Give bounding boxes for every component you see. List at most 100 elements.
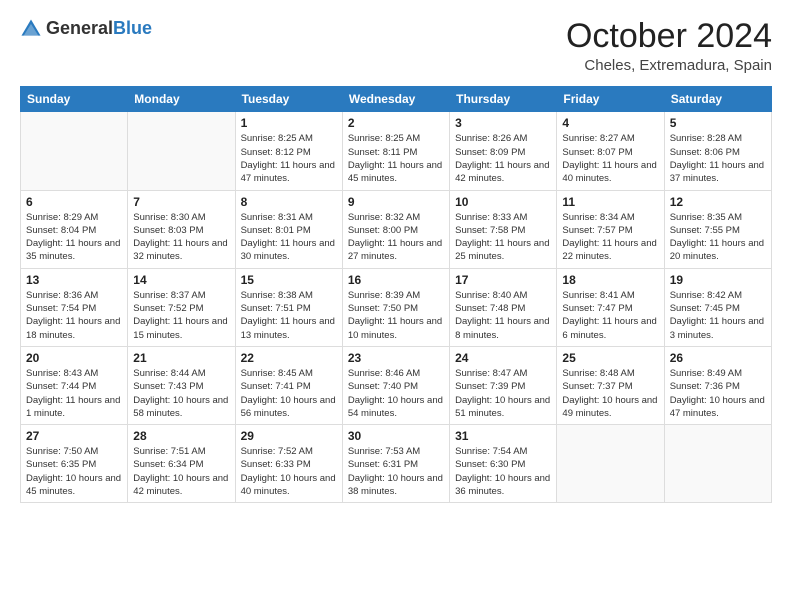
day-info: Sunrise: 7:54 AM Sunset: 6:30 PM Dayligh… <box>455 445 551 498</box>
day-info: Sunrise: 7:50 AM Sunset: 6:35 PM Dayligh… <box>26 445 122 498</box>
day-number: 31 <box>455 429 551 443</box>
calendar-cell: 28 Sunrise: 7:51 AM Sunset: 6:34 PM Dayli… <box>128 425 235 503</box>
calendar-cell: 16Sunrise: 8:39 AM Sunset: 7:50 PM Dayli… <box>342 268 449 346</box>
calendar-cell: 14 Sunrise: 8:37 AM Sunset: 7:52 PM Dayli… <box>128 268 235 346</box>
calendar-cell: 13 Sunrise: 8:36 AM Sunset: 7:54 PM Dayli… <box>21 268 128 346</box>
day-info: Sunrise: 8:25 AM Sunset: 8:11 PM Dayligh… <box>348 132 444 185</box>
calendar-cell <box>128 112 235 190</box>
day-info: Sunrise: 8:34 AM Sunset: 7:57 PM Dayligh… <box>562 211 658 264</box>
calendar-cell <box>664 425 771 503</box>
calendar-cell: 20Sunrise: 8:43 AM Sunset: 7:44 PM Dayli… <box>21 346 128 424</box>
calendar-cell: 10Sunrise: 8:33 AM Sunset: 7:58 PM Dayli… <box>450 190 557 268</box>
day-number: 19 <box>670 273 766 287</box>
calendar-cell: 6 Sunrise: 8:29 AM Sunset: 8:04 PM Daylig… <box>21 190 128 268</box>
day-number: 22 <box>241 351 337 365</box>
calendar-cell: 2 Sunrise: 8:25 AM Sunset: 8:11 PM Daylig… <box>342 112 449 190</box>
calendar-cell <box>21 112 128 190</box>
calendar-cell: 30Sunrise: 7:53 AM Sunset: 6:31 PM Dayli… <box>342 425 449 503</box>
day-number: 29 <box>241 429 337 443</box>
calendar-day-header: Sunday <box>21 87 128 112</box>
day-info: Sunrise: 8:47 AM Sunset: 7:39 PM Dayligh… <box>455 367 551 420</box>
calendar-cell: 26 Sunrise: 8:49 AM Sunset: 7:36 PM Dayli… <box>664 346 771 424</box>
calendar-cell: 29 Sunrise: 7:52 AM Sunset: 6:33 PM Dayli… <box>235 425 342 503</box>
day-info: Sunrise: 8:39 AM Sunset: 7:50 PM Dayligh… <box>348 289 444 342</box>
day-info: Sunrise: 8:29 AM Sunset: 8:04 PM Dayligh… <box>26 211 122 264</box>
day-info: Sunrise: 8:37 AM Sunset: 7:52 PM Dayligh… <box>133 289 229 342</box>
calendar-day-header: Wednesday <box>342 87 449 112</box>
calendar-header-row: SundayMondayTuesdayWednesdayThursdayFrid… <box>21 87 772 112</box>
day-number: 1 <box>241 116 337 130</box>
day-info: Sunrise: 8:36 AM Sunset: 7:54 PM Dayligh… <box>26 289 122 342</box>
day-info: Sunrise: 8:28 AM Sunset: 8:06 PM Dayligh… <box>670 132 766 185</box>
day-info: Sunrise: 8:44 AM Sunset: 7:43 PM Dayligh… <box>133 367 229 420</box>
day-number: 13 <box>26 273 122 287</box>
calendar-day-header: Tuesday <box>235 87 342 112</box>
main-title: October 2024 <box>566 18 772 55</box>
day-number: 26 <box>670 351 766 365</box>
calendar-cell: 3 Sunrise: 8:26 AM Sunset: 8:09 PM Daylig… <box>450 112 557 190</box>
title-block: October 2024 Cheles, Extremadura, Spain <box>566 18 772 74</box>
page: GeneralBlue October 2024 Cheles, Extrema… <box>0 0 792 612</box>
day-number: 15 <box>241 273 337 287</box>
day-number: 4 <box>562 116 658 130</box>
day-number: 5 <box>670 116 766 130</box>
calendar-week-row: 13 Sunrise: 8:36 AM Sunset: 7:54 PM Dayli… <box>21 268 772 346</box>
day-info: Sunrise: 8:45 AM Sunset: 7:41 PM Dayligh… <box>241 367 337 420</box>
day-number: 8 <box>241 195 337 209</box>
day-number: 2 <box>348 116 444 130</box>
calendar-cell: 21 Sunrise: 8:44 AM Sunset: 7:43 PM Dayli… <box>128 346 235 424</box>
calendar-cell: 18 Sunrise: 8:41 AM Sunset: 7:47 PM Dayli… <box>557 268 664 346</box>
calendar-cell: 15 Sunrise: 8:38 AM Sunset: 7:51 PM Dayli… <box>235 268 342 346</box>
day-number: 3 <box>455 116 551 130</box>
day-info: Sunrise: 8:27 AM Sunset: 8:07 PM Dayligh… <box>562 132 658 185</box>
day-number: 9 <box>348 195 444 209</box>
day-number: 27 <box>26 429 122 443</box>
day-info: Sunrise: 8:33 AM Sunset: 7:58 PM Dayligh… <box>455 211 551 264</box>
calendar-day-header: Monday <box>128 87 235 112</box>
day-number: 25 <box>562 351 658 365</box>
day-info: Sunrise: 8:25 AM Sunset: 8:12 PM Dayligh… <box>241 132 337 185</box>
day-info: Sunrise: 7:52 AM Sunset: 6:33 PM Dayligh… <box>241 445 337 498</box>
calendar-cell: 8Sunrise: 8:31 AM Sunset: 8:01 PM Daylig… <box>235 190 342 268</box>
day-info: Sunrise: 8:42 AM Sunset: 7:45 PM Dayligh… <box>670 289 766 342</box>
calendar-cell: 1 Sunrise: 8:25 AM Sunset: 8:12 PM Daylig… <box>235 112 342 190</box>
calendar-cell: 17Sunrise: 8:40 AM Sunset: 7:48 PM Dayli… <box>450 268 557 346</box>
day-info: Sunrise: 8:30 AM Sunset: 8:03 PM Dayligh… <box>133 211 229 264</box>
logo: GeneralBlue <box>20 18 152 40</box>
calendar-cell: 9 Sunrise: 8:32 AM Sunset: 8:00 PM Daylig… <box>342 190 449 268</box>
day-info: Sunrise: 8:49 AM Sunset: 7:36 PM Dayligh… <box>670 367 766 420</box>
calendar-cell: 23 Sunrise: 8:46 AM Sunset: 7:40 PM Dayli… <box>342 346 449 424</box>
day-info: Sunrise: 8:26 AM Sunset: 8:09 PM Dayligh… <box>455 132 551 185</box>
calendar-day-header: Thursday <box>450 87 557 112</box>
day-info: Sunrise: 8:32 AM Sunset: 8:00 PM Dayligh… <box>348 211 444 264</box>
calendar-cell: 24Sunrise: 8:47 AM Sunset: 7:39 PM Dayli… <box>450 346 557 424</box>
calendar-week-row: 27 Sunrise: 7:50 AM Sunset: 6:35 PM Dayli… <box>21 425 772 503</box>
calendar-cell: 11Sunrise: 8:34 AM Sunset: 7:57 PM Dayli… <box>557 190 664 268</box>
day-number: 30 <box>348 429 444 443</box>
calendar-week-row: 20Sunrise: 8:43 AM Sunset: 7:44 PM Dayli… <box>21 346 772 424</box>
day-number: 23 <box>348 351 444 365</box>
day-number: 14 <box>133 273 229 287</box>
calendar-cell: 12Sunrise: 8:35 AM Sunset: 7:55 PM Dayli… <box>664 190 771 268</box>
day-number: 17 <box>455 273 551 287</box>
day-number: 6 <box>26 195 122 209</box>
day-info: Sunrise: 8:38 AM Sunset: 7:51 PM Dayligh… <box>241 289 337 342</box>
subtitle: Cheles, Extremadura, Spain <box>566 57 772 74</box>
day-number: 20 <box>26 351 122 365</box>
calendar-cell: 27 Sunrise: 7:50 AM Sunset: 6:35 PM Dayli… <box>21 425 128 503</box>
calendar-week-row: 1 Sunrise: 8:25 AM Sunset: 8:12 PM Daylig… <box>21 112 772 190</box>
day-info: Sunrise: 8:35 AM Sunset: 7:55 PM Dayligh… <box>670 211 766 264</box>
calendar-cell: 25 Sunrise: 8:48 AM Sunset: 7:37 PM Dayli… <box>557 346 664 424</box>
day-number: 21 <box>133 351 229 365</box>
calendar-cell: 31 Sunrise: 7:54 AM Sunset: 6:30 PM Dayli… <box>450 425 557 503</box>
calendar-cell: 19 Sunrise: 8:42 AM Sunset: 7:45 PM Dayli… <box>664 268 771 346</box>
day-info: Sunrise: 8:41 AM Sunset: 7:47 PM Dayligh… <box>562 289 658 342</box>
day-info: Sunrise: 7:51 AM Sunset: 6:34 PM Dayligh… <box>133 445 229 498</box>
calendar-cell: 22 Sunrise: 8:45 AM Sunset: 7:41 PM Dayli… <box>235 346 342 424</box>
day-info: Sunrise: 8:46 AM Sunset: 7:40 PM Dayligh… <box>348 367 444 420</box>
day-number: 28 <box>133 429 229 443</box>
logo-text-general: General <box>46 18 113 38</box>
day-info: Sunrise: 8:48 AM Sunset: 7:37 PM Dayligh… <box>562 367 658 420</box>
calendar-cell: 7Sunrise: 8:30 AM Sunset: 8:03 PM Daylig… <box>128 190 235 268</box>
day-number: 18 <box>562 273 658 287</box>
